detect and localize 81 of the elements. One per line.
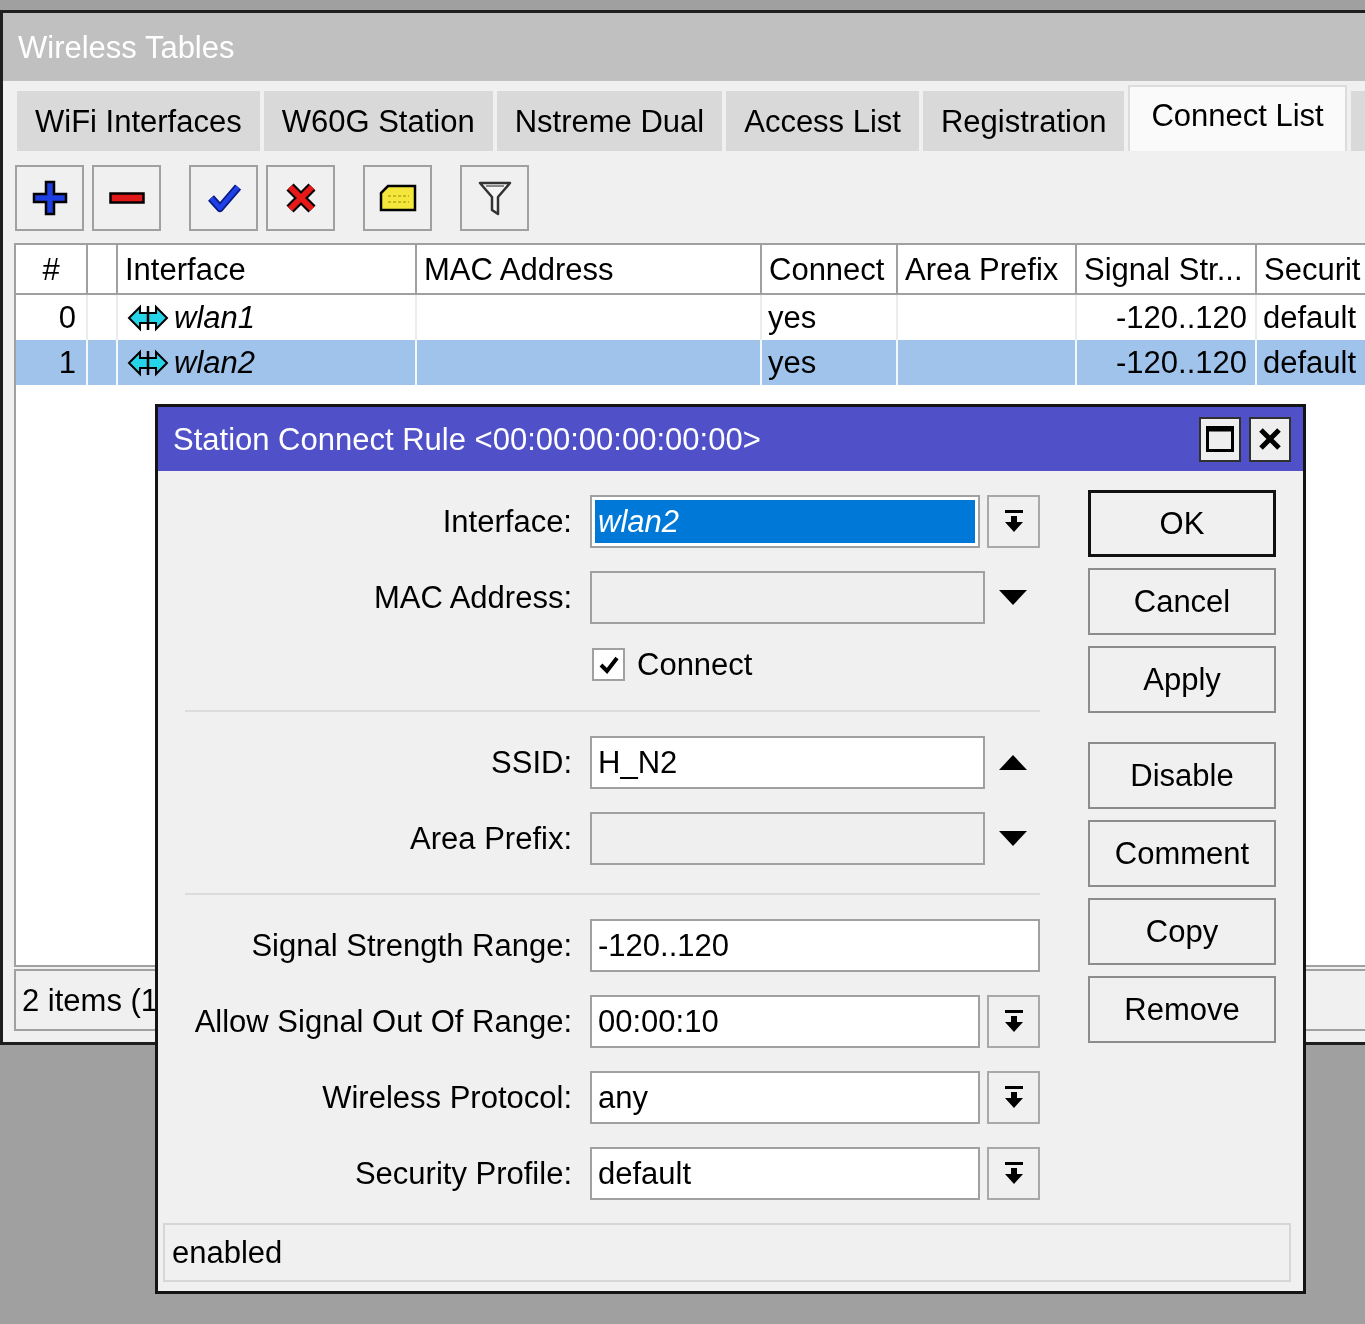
dropdown-arrow-icon (1003, 1009, 1024, 1034)
field-label: Area Prefix: (410, 823, 572, 854)
table-cell: 1 (58, 347, 76, 378)
dialog-button[interactable]: Comment (1088, 820, 1276, 887)
tab[interactable]: Access List (726, 91, 919, 151)
dropdown-field[interactable]: any (590, 1071, 980, 1124)
triangle-down-icon[interactable] (998, 590, 1027, 605)
table-cell: default (1263, 347, 1357, 378)
dropdown-button[interactable] (987, 495, 1040, 548)
field-label: SSID: (491, 747, 572, 778)
close-icon (1258, 427, 1282, 451)
dropdown-arrow-icon (1003, 1085, 1024, 1110)
checkmark-icon (598, 655, 619, 674)
note-icon (378, 184, 417, 212)
table-cell: 0 (58, 302, 76, 333)
field-label: Signal Strength Range: (251, 930, 572, 961)
dropdown-field[interactable]: 00:00:10 (590, 995, 980, 1048)
window-title: Wireless Tables (18, 31, 235, 63)
table-cell: default (1263, 302, 1357, 333)
dialog-button[interactable]: Remove (1088, 976, 1276, 1043)
column-header[interactable]: Signal Str... (1077, 245, 1257, 293)
column-header[interactable]: Connect (762, 245, 898, 293)
comment-button[interactable] (363, 165, 432, 231)
dialog-button[interactable]: Cancel (1088, 568, 1276, 635)
column-header[interactable]: Securit (1257, 245, 1365, 293)
double-arrow-icon (127, 302, 169, 333)
table-cell: -120..120 (1116, 347, 1247, 378)
dropdown-field[interactable]: wlan2 (590, 495, 980, 548)
disable-button[interactable] (266, 165, 335, 231)
input-field[interactable]: -120..120 (590, 919, 1040, 972)
checkbox-label: Connect (637, 649, 753, 680)
table-cell: yes (768, 302, 817, 333)
column-header[interactable]: Interface (118, 245, 417, 293)
dialog-button[interactable]: Disable (1088, 742, 1276, 809)
dialog-button[interactable]: Copy (1088, 898, 1276, 965)
dropdown-button[interactable] (987, 1147, 1040, 1200)
double-arrow-icon (127, 347, 169, 378)
input-field[interactable] (590, 812, 985, 865)
add-button[interactable] (15, 165, 84, 231)
close-button[interactable] (1249, 416, 1291, 462)
dropdown-arrow-icon (1003, 1161, 1024, 1186)
table-cell: wlan1 (174, 302, 255, 333)
triangle-up-icon[interactable] (998, 755, 1027, 770)
filter-button[interactable] (460, 165, 529, 231)
field-label: Wireless Protocol: (322, 1082, 572, 1113)
enable-button[interactable] (189, 165, 258, 231)
tab[interactable]: Registration (923, 91, 1125, 151)
minus-icon (108, 192, 145, 204)
table-cell: wlan2 (174, 347, 255, 378)
field-label: MAC Address: (373, 582, 572, 613)
table-cell: -120..120 (1116, 302, 1247, 333)
dropdown-field[interactable]: default (590, 1147, 980, 1200)
tab[interactable]: WiFi Interfaces (17, 91, 260, 151)
window-title: Station Connect Rule <00:00:00:00:00:00> (173, 423, 761, 455)
table-cell: yes (768, 347, 817, 378)
field-label: Security Profile: (354, 1158, 572, 1189)
tab[interactable]: Nstreme Dual (496, 91, 723, 151)
status-bar: enabled (163, 1223, 1291, 1282)
cross-icon (284, 182, 317, 214)
plus-icon (31, 180, 68, 216)
dropdown-button[interactable] (987, 995, 1040, 1048)
input-field[interactable] (590, 571, 985, 624)
checkmark-icon (206, 183, 241, 213)
triangle-down-icon[interactable] (998, 831, 1027, 846)
checkbox[interactable] (592, 648, 625, 681)
tab[interactable]: Connect List (1128, 85, 1347, 151)
column-header[interactable]: # (16, 245, 88, 293)
funnel-icon (477, 180, 512, 216)
table-row[interactable]: 1 wlan2 yes -120..120 default (16, 340, 1365, 385)
maximize-button[interactable] (1199, 416, 1241, 462)
remove-button[interactable] (92, 165, 161, 231)
maximize-icon (1206, 426, 1234, 452)
tab[interactable]: W60G Station (263, 91, 493, 151)
field-label: Interface: (442, 506, 572, 537)
dialog-button[interactable]: OK (1088, 490, 1276, 557)
input-field[interactable]: H_N2 (590, 736, 985, 789)
column-header[interactable]: Area Prefix (898, 245, 1077, 293)
column-header[interactable]: MAC Address (417, 245, 762, 293)
dialog-button[interactable]: Apply (1088, 646, 1276, 713)
dropdown-button[interactable] (987, 1071, 1040, 1124)
dropdown-arrow-icon (1003, 509, 1024, 534)
